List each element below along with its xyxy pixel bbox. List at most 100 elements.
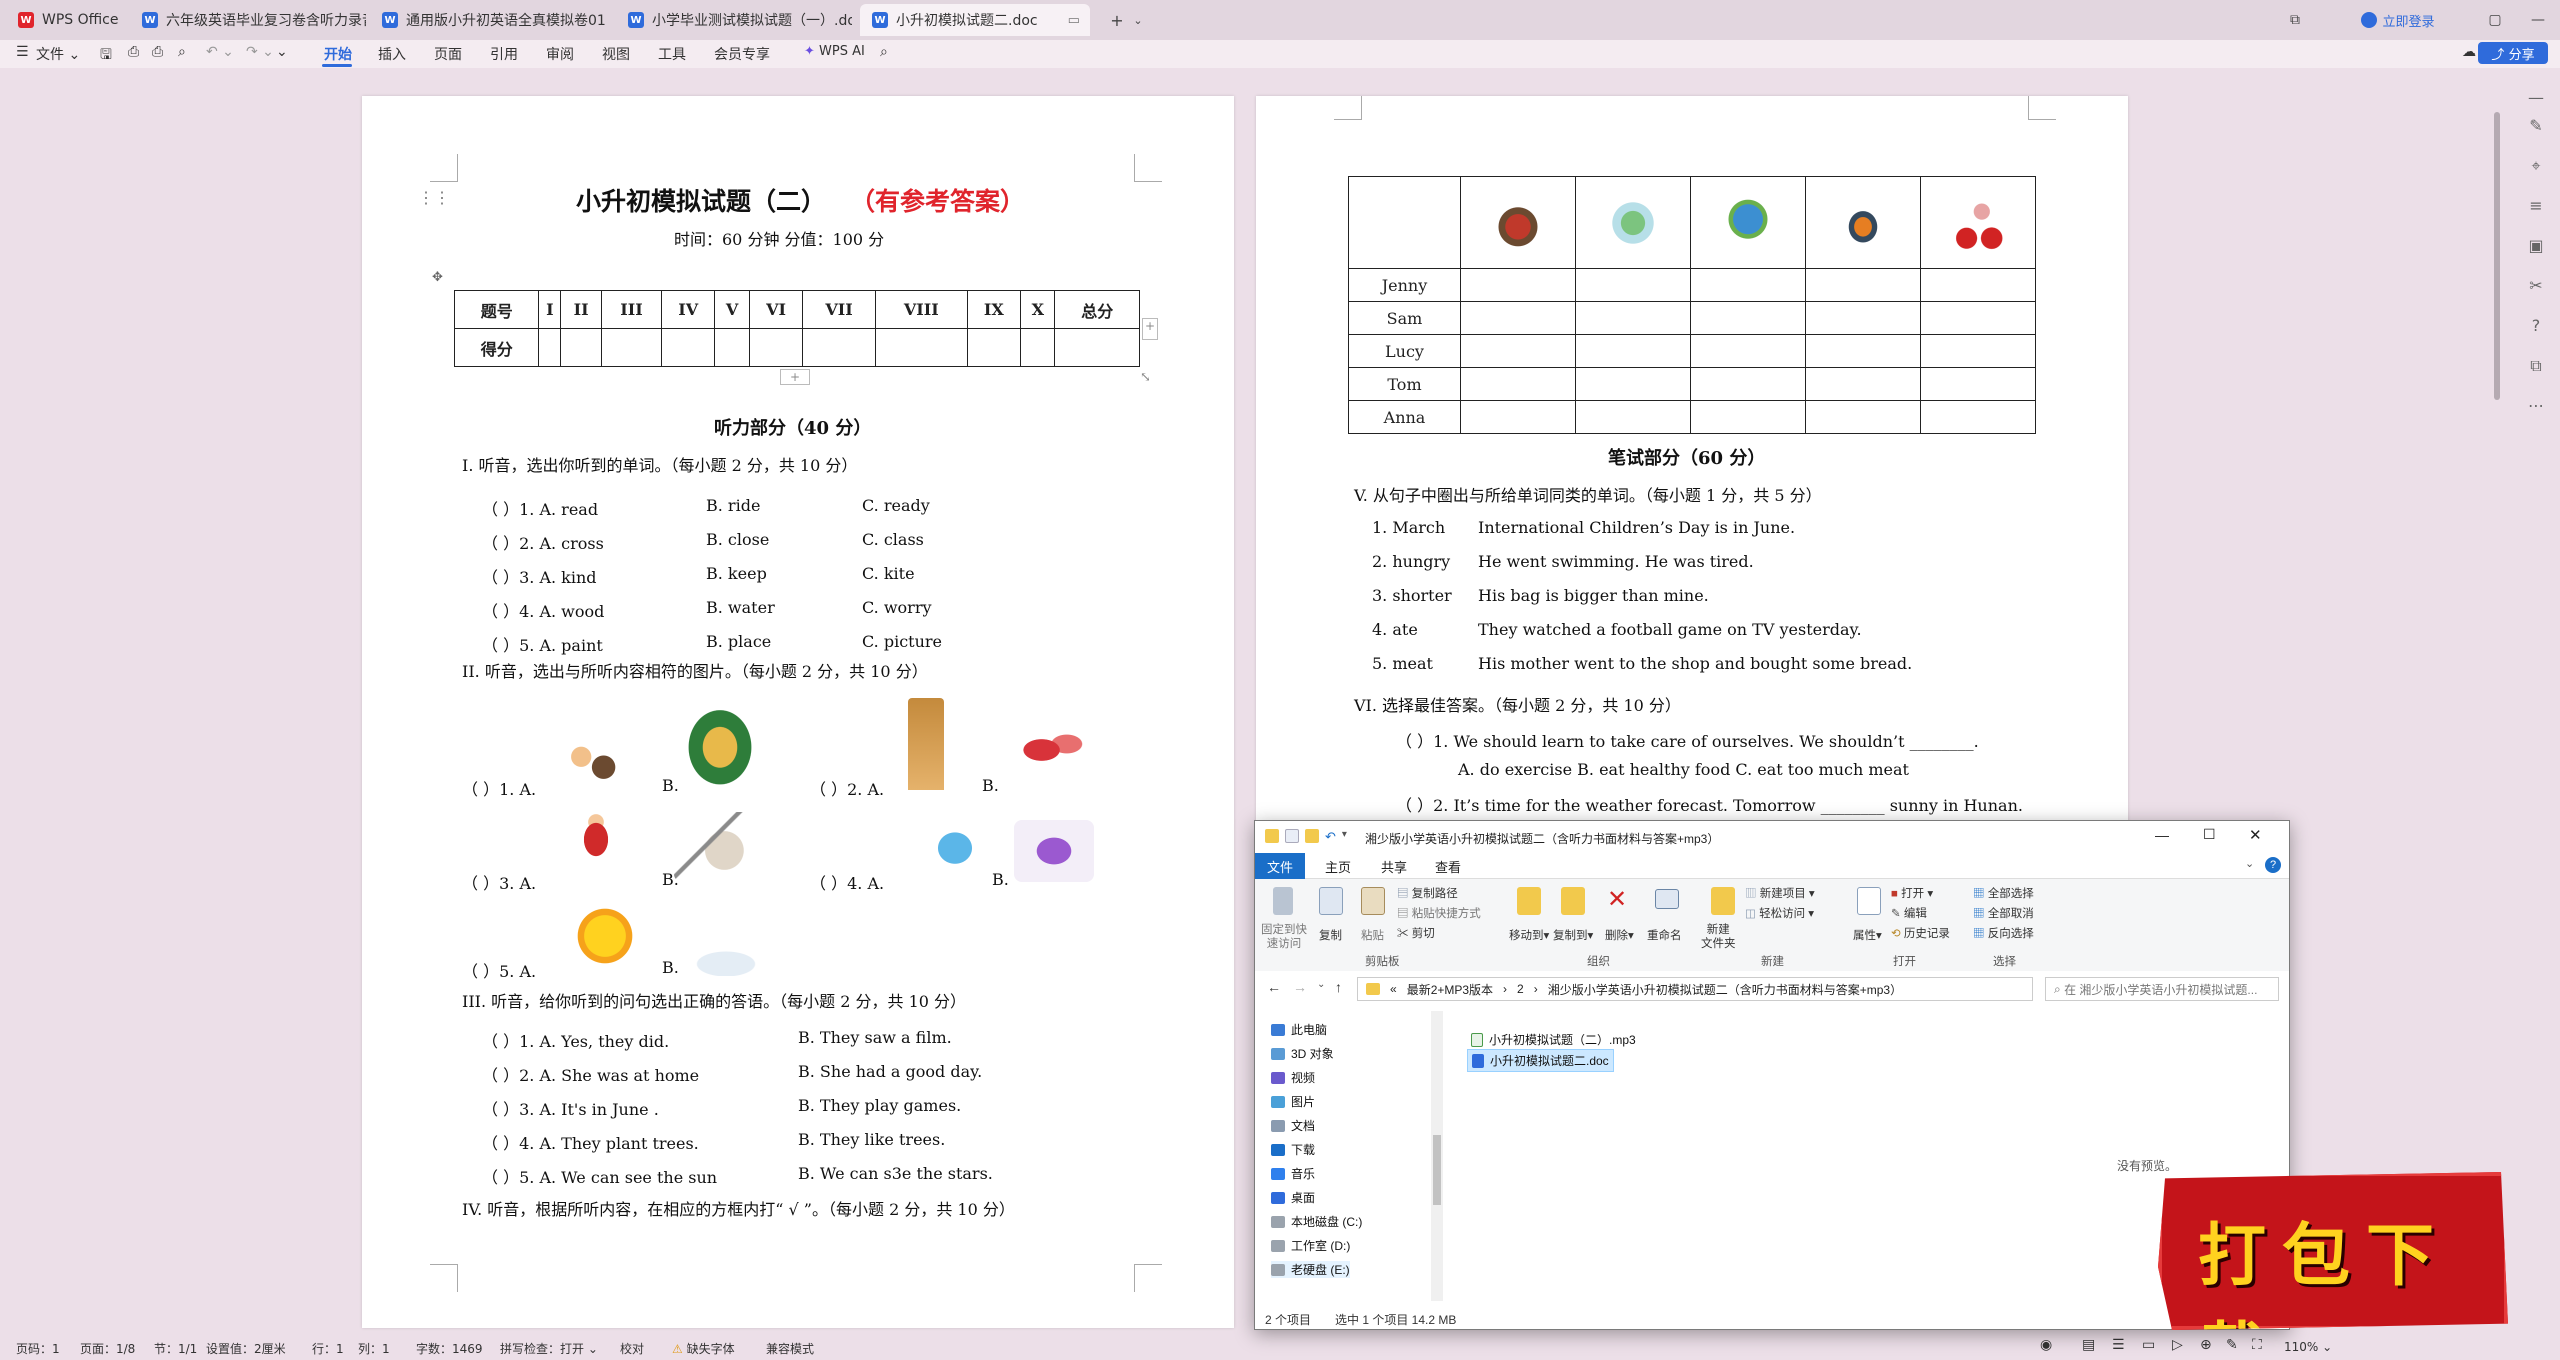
- menu-page[interactable]: 页面: [434, 44, 462, 64]
- nav-item[interactable]: 本地磁盘 (C:): [1271, 1213, 1362, 1230]
- status-words[interactable]: 字数：1469: [416, 1340, 483, 1357]
- chevron-down-icon[interactable]: ⌄: [2245, 857, 2254, 870]
- check-cell[interactable]: [1575, 367, 1691, 401]
- login-button[interactable]: 立即登录: [2348, 0, 2448, 40]
- nav-item[interactable]: 音乐: [1271, 1165, 1315, 1182]
- check-cell[interactable]: [1920, 400, 2036, 434]
- eye-icon[interactable]: ◉: [2040, 1337, 2052, 1353]
- check-cell[interactable]: [1805, 400, 1921, 434]
- edit-icon[interactable]: ✎: [2226, 1337, 2238, 1353]
- recent-chevron-icon[interactable]: ⌄: [1317, 979, 1325, 990]
- check-cell[interactable]: [1575, 334, 1691, 368]
- nav-item[interactable]: 桌面: [1271, 1189, 1315, 1206]
- check-cell[interactable]: [1575, 268, 1691, 302]
- tools-icon[interactable]: ✂: [2526, 276, 2546, 296]
- score-cell[interactable]: [874, 328, 968, 367]
- properties-button[interactable]: 属性▾: [1853, 927, 1882, 943]
- nav-item[interactable]: 图片: [1271, 1093, 1315, 1110]
- missing-font-button[interactable]: ⚠ 缺失字体: [672, 1340, 735, 1357]
- tab-doc-2[interactable]: W 通用版小升初英语全真模拟卷01（含: [370, 4, 612, 36]
- score-cell[interactable]: [1020, 328, 1056, 367]
- share-button[interactable]: ⤴ 分享: [2478, 42, 2548, 64]
- menu-button-icon[interactable]: ☰: [16, 44, 29, 60]
- maximize-icon[interactable]: ☐: [2203, 826, 2216, 843]
- address-separator[interactable]: ›: [1534, 982, 1538, 996]
- window-layout-icon[interactable]: ⧉: [2280, 0, 2310, 40]
- check-cell[interactable]: [1805, 301, 1921, 335]
- pen-icon[interactable]: ✎: [2526, 116, 2546, 136]
- minimize-icon[interactable]: —: [2520, 0, 2556, 40]
- search-icon[interactable]: ⌕: [880, 44, 888, 60]
- document-page-1[interactable]: ⋮⋮ 小升初模拟试题（二） （有参考答案） 时间：60 分钟 分值：100 分 …: [362, 96, 1234, 1328]
- history-button[interactable]: ⟲ 历史记录: [1891, 925, 1950, 941]
- score-cell[interactable]: [560, 328, 602, 367]
- new-folder-button[interactable]: 新建 文件夹: [1701, 923, 1736, 951]
- wps-ai-button[interactable]: ✦ WPS AI: [804, 44, 865, 59]
- monitor-icon[interactable]: ▭: [1068, 13, 1080, 28]
- copy-button[interactable]: 复制: [1319, 927, 1342, 943]
- explorer-tab-home[interactable]: 主页: [1325, 857, 1351, 876]
- address-segment[interactable]: 湘少版小学英语小升初模拟试题二（含听力书面材料与答案+mp3）: [1548, 981, 1902, 998]
- score-cell[interactable]: [802, 328, 876, 367]
- back-icon[interactable]: ←: [1267, 979, 1281, 995]
- outline-icon[interactable]: ☰: [2112, 1337, 2125, 1353]
- rename-button[interactable]: 重命名: [1647, 927, 1682, 943]
- tab-wps-office[interactable]: W WPS Office: [6, 4, 130, 36]
- document-scrollbar[interactable]: [2494, 112, 2500, 400]
- file-item-mp3[interactable]: 小升初模拟试题（二）.mp3: [1467, 1029, 1640, 1050]
- menu-review[interactable]: 审阅: [546, 44, 574, 64]
- check-cell[interactable]: [1460, 268, 1576, 302]
- menu-insert[interactable]: 插入: [378, 44, 406, 64]
- select-all-button[interactable]: ▦ 全部选择: [1973, 885, 2034, 901]
- search-input[interactable]: ⌕ 在 湘少版小学英语小升初模拟试题...: [2045, 977, 2279, 1001]
- proofread-button[interactable]: 校对: [620, 1340, 644, 1357]
- score-cell[interactable]: [601, 328, 662, 367]
- explorer-tab-file[interactable]: 文件: [1255, 853, 1305, 879]
- up-icon[interactable]: ↑: [1335, 979, 1342, 995]
- check-cell[interactable]: [1920, 334, 2036, 368]
- address-overflow[interactable]: «: [1390, 982, 1397, 996]
- check-cell[interactable]: [1805, 268, 1921, 302]
- help-icon[interactable]: ?: [2526, 316, 2546, 336]
- check-cell[interactable]: [1690, 334, 1806, 368]
- nav-item[interactable]: 3D 对象: [1271, 1045, 1334, 1062]
- check-cell[interactable]: [1460, 400, 1576, 434]
- nav-item[interactable]: 视频: [1271, 1069, 1315, 1086]
- menu-tools[interactable]: 工具: [658, 44, 686, 64]
- restore-icon[interactable]: ▢: [2480, 0, 2510, 40]
- nav-item[interactable]: 工作室 (D:): [1271, 1237, 1350, 1254]
- image-tools-icon[interactable]: ▣: [2526, 236, 2546, 256]
- check-cell[interactable]: [1920, 268, 2036, 302]
- undo-icon[interactable]: ↶: [1325, 829, 1336, 845]
- menu-start[interactable]: 开始: [324, 44, 352, 64]
- close-icon[interactable]: ✕: [2249, 826, 2262, 844]
- drag-handle-icon[interactable]: ⋮⋮: [418, 188, 450, 207]
- check-cell[interactable]: [1460, 301, 1576, 335]
- address-separator[interactable]: ›: [1503, 982, 1507, 996]
- minimize-pane-icon[interactable]: —: [2526, 88, 2546, 108]
- file-menu[interactable]: 文件 ⌄: [36, 44, 80, 64]
- globe-icon[interactable]: ⊕: [2200, 1337, 2212, 1353]
- nav-item[interactable]: 文档: [1271, 1117, 1315, 1134]
- add-row-button[interactable]: +: [780, 369, 810, 385]
- print-icon[interactable]: ⎙: [152, 44, 163, 60]
- redo-icon[interactable]: ↷ ⌄: [246, 44, 274, 60]
- check-cell[interactable]: [1690, 268, 1806, 302]
- open-button[interactable]: ■ 打开 ▾: [1891, 885, 1933, 901]
- menu-member[interactable]: 会员专享: [714, 44, 770, 64]
- check-cell[interactable]: [1460, 334, 1576, 368]
- nav-item[interactable]: 老硬盘 (E:): [1271, 1261, 1350, 1278]
- page-view-icon[interactable]: ▤: [2082, 1337, 2095, 1353]
- web-view-icon[interactable]: ▭: [2142, 1337, 2155, 1353]
- select-icon[interactable]: ⌖: [2526, 156, 2546, 176]
- check-cell[interactable]: [1690, 367, 1806, 401]
- menu-reference[interactable]: 引用: [490, 44, 518, 64]
- explorer-tab-view[interactable]: 查看: [1435, 857, 1461, 876]
- save-icon[interactable]: 🖫: [100, 44, 112, 68]
- nav-scrollbar[interactable]: [1431, 1011, 1443, 1301]
- tab-doc-1[interactable]: W 六年级英语毕业复习卷含听力录音.dc: [130, 4, 366, 36]
- nav-item[interactable]: 此电脑: [1271, 1021, 1327, 1038]
- status-pages[interactable]: 页面：1/8: [80, 1340, 135, 1357]
- new-item-button[interactable]: ▥ 新建项目 ▾: [1745, 885, 1815, 901]
- address-segment[interactable]: 最新2+MP3版本: [1407, 981, 1493, 998]
